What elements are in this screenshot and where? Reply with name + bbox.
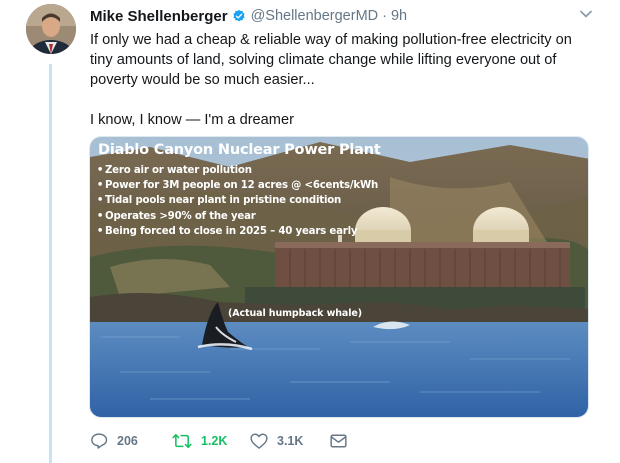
tweet-actions: 206 1.2K 3.1K <box>90 432 356 449</box>
like-icon <box>250 433 268 449</box>
media-bullet: Zero air or water pollution <box>95 163 378 178</box>
timestamp[interactable]: 9h <box>391 8 407 24</box>
avatar[interactable] <box>26 4 76 54</box>
media-bullet: Tidal pools near plant in pristine condi… <box>95 193 378 208</box>
reply-icon <box>91 433 108 449</box>
like-count: 3.1K <box>277 433 304 448</box>
retweet-icon <box>172 433 192 448</box>
media-bullet: Operates >90% of the year <box>95 209 378 224</box>
media-bullet: Power for 3M people on 12 acres @ <6cent… <box>95 178 378 193</box>
handle[interactable]: @ShellenbergerMD <box>251 8 379 24</box>
reply-count: 206 <box>117 433 138 448</box>
like-button[interactable]: 3.1K <box>250 433 330 449</box>
verified-badge-icon <box>232 9 245 22</box>
whale-caption: (Actual humpback whale) <box>228 308 362 319</box>
retweet-count: 1.2K <box>201 433 228 448</box>
dm-icon <box>330 433 347 448</box>
media-bullet-list: Zero air or water pollution Power for 3M… <box>95 163 378 239</box>
avatar-image <box>26 4 76 54</box>
reply-button[interactable]: 206 <box>90 432 172 449</box>
tweet-media-image[interactable]: Diablo Canyon Nuclear Power Plant Zero a… <box>89 136 589 418</box>
retweet-button[interactable]: 1.2K <box>172 433 250 449</box>
display-name[interactable]: Mike Shellenberger <box>90 8 228 25</box>
media-title: Diablo Canyon Nuclear Power Plant <box>98 142 381 158</box>
tweet-header: Mike Shellenberger @ShellenbergerMD · 9h <box>90 6 590 26</box>
media-bullet: Being forced to close in 2025 – 40 years… <box>95 224 378 239</box>
thread-line <box>49 64 52 463</box>
separator-dot: · <box>382 8 387 24</box>
tweet-text-paragraph-2: I know, I know — I'm a dreamer <box>90 112 294 128</box>
tweet-text: If only we had a cheap & reliable way of… <box>90 30 595 130</box>
tweet-text-paragraph-1: If only we had a cheap & reliable way of… <box>90 32 572 88</box>
caret-icon[interactable] <box>580 10 592 18</box>
direct-message-button[interactable] <box>330 433 356 448</box>
